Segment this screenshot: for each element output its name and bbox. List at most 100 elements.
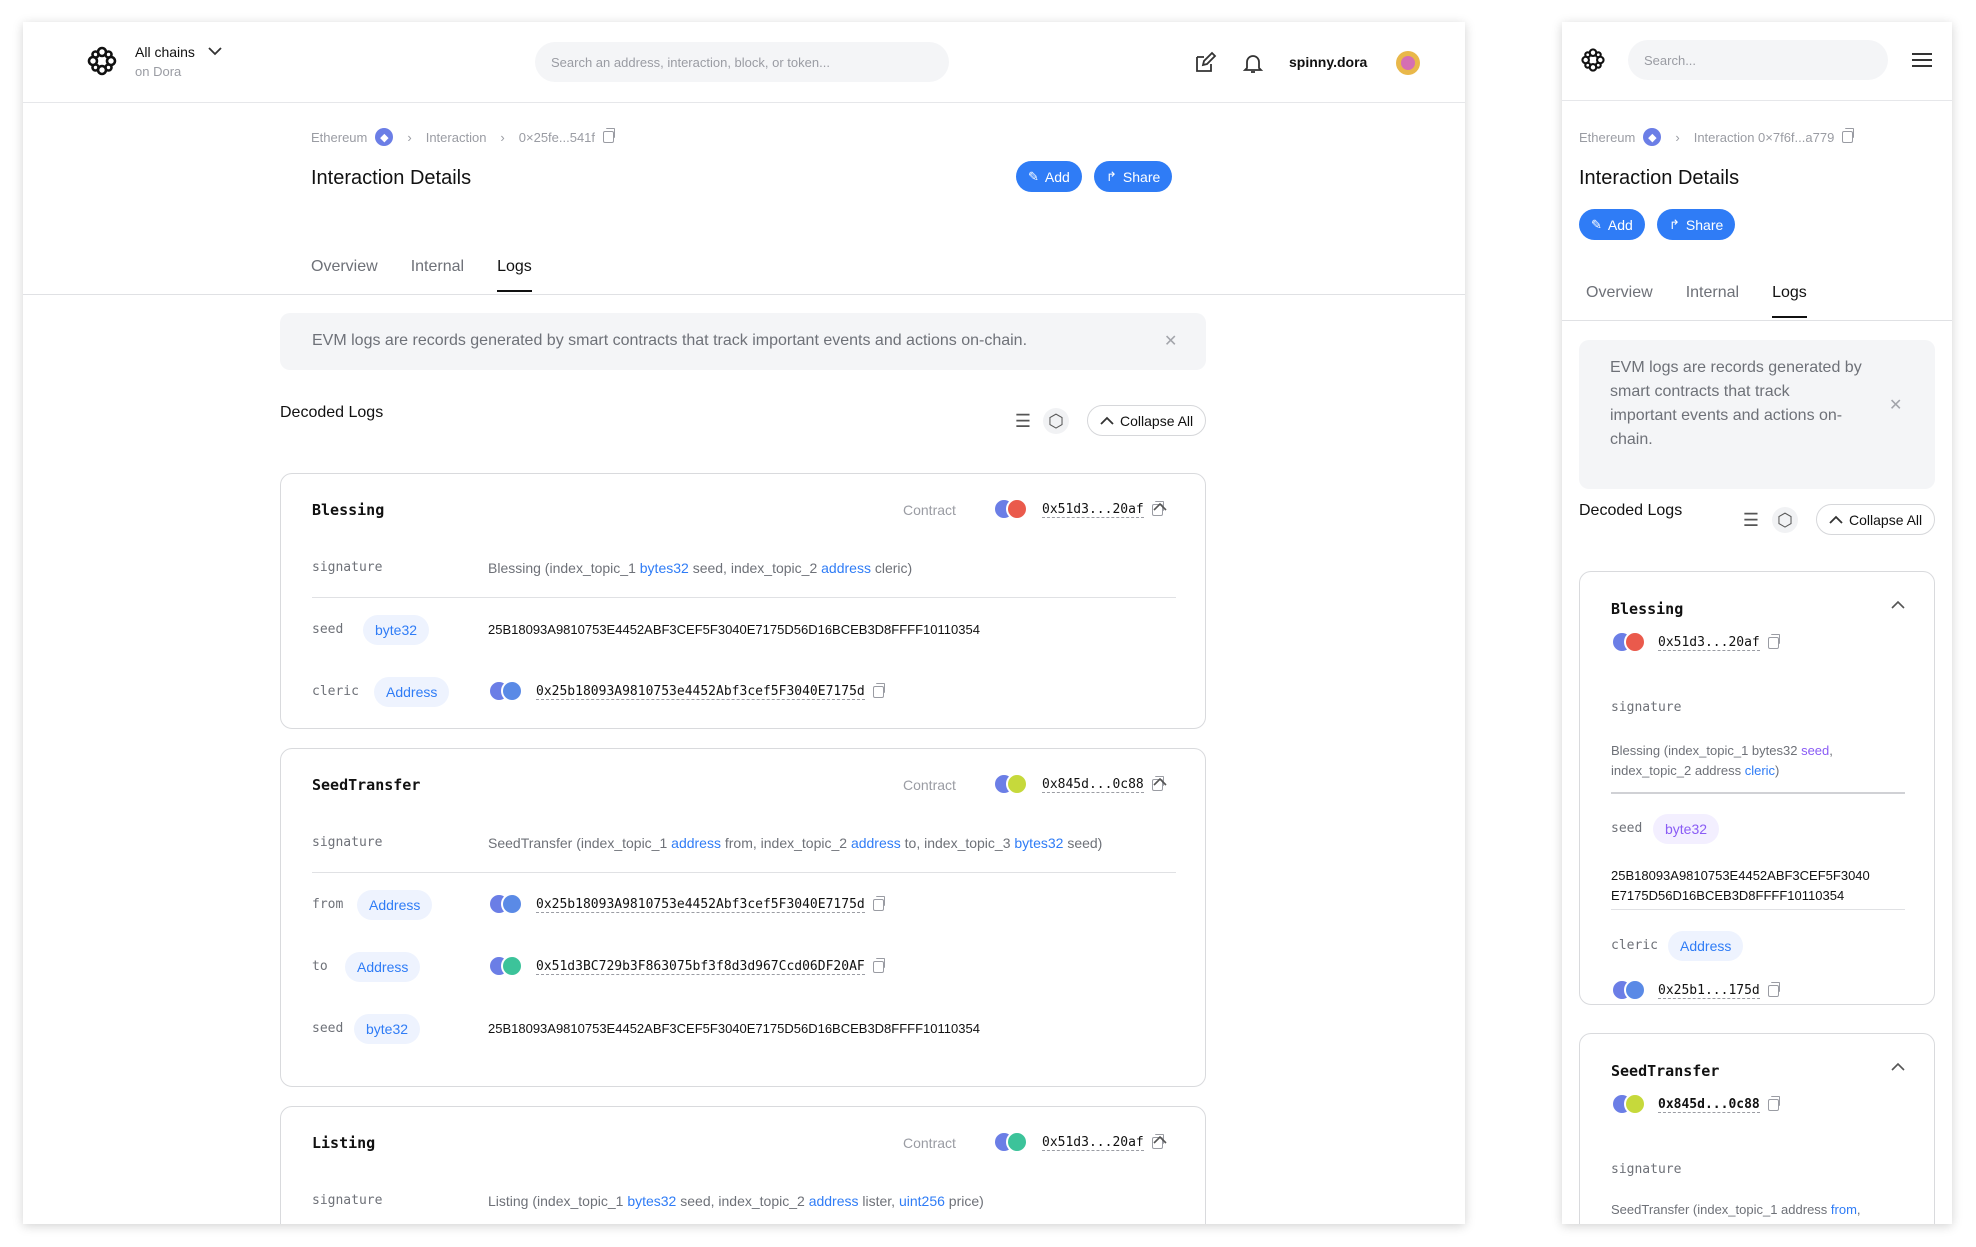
chevron-up-icon[interactable]: [1153, 1135, 1167, 1145]
contract-address[interactable]: 0x845d...0c88: [1658, 1096, 1780, 1113]
copy-icon[interactable]: [1767, 982, 1780, 997]
signature-type[interactable]: address: [809, 1193, 859, 1209]
signature-text: Listing (index_topic_1: [488, 1193, 628, 1209]
add-button[interactable]: ✎ Add: [1016, 161, 1082, 192]
param-address[interactable]: 0x51d3BC729b3F863075bf3f8d3d967Ccd06DF20…: [536, 958, 885, 975]
info-text-line: smart contracts that track: [1610, 383, 1790, 400]
close-icon[interactable]: ✕: [1889, 394, 1902, 418]
close-icon[interactable]: ✕: [1164, 331, 1177, 351]
contract-address-text[interactable]: 0x51d3...20af: [1042, 1135, 1144, 1151]
username[interactable]: spinny.dora: [1289, 54, 1367, 70]
signature-type[interactable]: uint256: [899, 1193, 945, 1209]
contract-address-text[interactable]: 0x845d...0c88: [1658, 1097, 1760, 1113]
signature-text: price): [944, 1193, 984, 1209]
param-type-tag: Address: [357, 890, 433, 920]
signature-type[interactable]: bytes32: [627, 1193, 676, 1209]
share-button[interactable]: ↱ Share: [1094, 161, 1173, 192]
avatar[interactable]: [1396, 51, 1420, 75]
copy-icon[interactable]: [872, 896, 885, 911]
top-bar: All chains on Dora spinny.dora: [23, 22, 1465, 103]
signature-type[interactable]: bytes32: [640, 560, 689, 576]
contract-address[interactable]: 0x51d3...20af: [1042, 501, 1164, 518]
info-text: EVM logs are records generated by smart …: [1610, 356, 1862, 452]
param-type-tag: Address: [374, 677, 450, 707]
param-address[interactable]: 0x25b1...175d: [1658, 982, 1780, 999]
dora-logo-icon[interactable]: [86, 45, 118, 77]
add-button[interactable]: ✎ Add: [1579, 209, 1645, 240]
chain-selector[interactable]: All chains: [135, 44, 195, 60]
copy-icon[interactable]: [603, 128, 616, 143]
collapse-all-button[interactable]: Collapse All: [1087, 405, 1207, 436]
hexagon-icon[interactable]: ⬡: [1772, 507, 1798, 533]
breadcrumb-chain[interactable]: Ethereum: [1579, 130, 1635, 145]
param-value-line: 25B18093A9810753E4452ABF3CEF5F3040: [1611, 868, 1870, 883]
bell-icon[interactable]: [1241, 51, 1265, 75]
param-address-text[interactable]: 0x51d3BC729b3F863075bf3f8d3d967Ccd06DF20…: [536, 959, 865, 975]
tab-overview[interactable]: Overview: [311, 258, 378, 292]
address-avatars: [488, 680, 523, 702]
copy-icon[interactable]: [1842, 128, 1855, 143]
signature-text: SeedTransfer (index_topic_1 address: [1611, 1202, 1831, 1217]
tab-logs[interactable]: Logs: [497, 258, 532, 292]
signature-type[interactable]: address: [851, 835, 901, 851]
copy-icon[interactable]: [1767, 1096, 1780, 1111]
param-type-tag: byte32: [363, 615, 430, 645]
contract-address[interactable]: 0x845d...0c88: [1042, 776, 1164, 793]
tab-bar: Overview Internal Logs: [311, 258, 532, 292]
list-view-icon[interactable]: ☰: [1738, 507, 1764, 533]
tab-divider: [1562, 320, 1952, 321]
hexagon-icon[interactable]: ⬡: [1043, 408, 1069, 434]
chevron-down-icon[interactable]: [208, 46, 222, 56]
breadcrumb-section[interactable]: Interaction: [426, 130, 487, 145]
edit-icon[interactable]: [1193, 51, 1217, 75]
copy-icon[interactable]: [872, 958, 885, 973]
param-address[interactable]: 0x25b18093A9810753e4452Abf3cef5F3040E717…: [536, 896, 885, 913]
tab-internal[interactable]: Internal: [1686, 284, 1739, 318]
chevron-up-icon[interactable]: [1891, 1062, 1905, 1072]
breadcrumb: Ethereum ◆ › Interaction › 0×25fe...541f: [311, 128, 616, 146]
share-icon: ↱: [1669, 216, 1680, 232]
contract-address-text[interactable]: 0x51d3...20af: [1658, 635, 1760, 651]
share-button[interactable]: ↱ Share: [1657, 209, 1736, 240]
contract-avatars: [1611, 631, 1646, 653]
param-address-text[interactable]: 0x25b1...175d: [1658, 983, 1760, 999]
chevron-up-icon[interactable]: [1891, 600, 1905, 610]
tab-logs[interactable]: Logs: [1772, 284, 1807, 318]
signature-text: SeedTransfer (index_topic_1: [488, 835, 672, 851]
signature-value: Blessing (index_topic_1 bytes32 seed, in…: [488, 560, 912, 576]
chevron-up-icon[interactable]: [1153, 502, 1167, 512]
breadcrumb-chain[interactable]: Ethereum: [311, 130, 367, 145]
log-name: SeedTransfer: [1611, 1062, 1720, 1080]
collapse-all-button[interactable]: Collapse All: [1816, 504, 1936, 535]
signature-param[interactable]: from: [1831, 1202, 1857, 1217]
row-divider: [312, 597, 1176, 598]
signature-param[interactable]: cleric: [1745, 763, 1775, 778]
signature-type[interactable]: address: [671, 835, 721, 851]
contract-label: Contract: [903, 1135, 956, 1151]
signature-type[interactable]: bytes32: [1014, 835, 1063, 851]
signature-type[interactable]: address: [821, 560, 871, 576]
menu-icon[interactable]: [1912, 53, 1932, 67]
copy-icon[interactable]: [872, 683, 885, 698]
param-address-text[interactable]: 0x25b18093A9810753e4452Abf3cef5F3040E717…: [536, 684, 865, 700]
copy-icon[interactable]: [1767, 634, 1780, 649]
param-address-text[interactable]: 0x25b18093A9810753e4452Abf3cef5F3040E717…: [536, 897, 865, 913]
tab-internal[interactable]: Internal: [411, 258, 464, 292]
log-name: Blessing: [1611, 600, 1684, 618]
chevron-up-icon[interactable]: [1153, 777, 1167, 787]
breadcrumb-separator-icon: ›: [407, 129, 412, 145]
log-card-listing: Listing Contract 0x51d3...20af signature…: [280, 1106, 1206, 1224]
tab-overview[interactable]: Overview: [1586, 284, 1653, 318]
search-input[interactable]: [1628, 40, 1888, 80]
param-key: from: [312, 897, 344, 912]
contract-address[interactable]: 0x51d3...20af: [1042, 1134, 1164, 1151]
signature-param[interactable]: seed: [1801, 743, 1829, 758]
search-input[interactable]: [535, 42, 949, 82]
contract-address-text[interactable]: 0x845d...0c88: [1042, 777, 1144, 793]
dora-logo-icon[interactable]: [1580, 47, 1606, 73]
signature-text: seed, index_topic_2: [676, 1193, 809, 1209]
param-address[interactable]: 0x25b18093A9810753e4452Abf3cef5F3040E717…: [536, 683, 885, 700]
list-view-icon[interactable]: ☰: [1010, 408, 1036, 434]
contract-address-text[interactable]: 0x51d3...20af: [1042, 502, 1144, 518]
contract-address[interactable]: 0x51d3...20af: [1658, 634, 1780, 651]
